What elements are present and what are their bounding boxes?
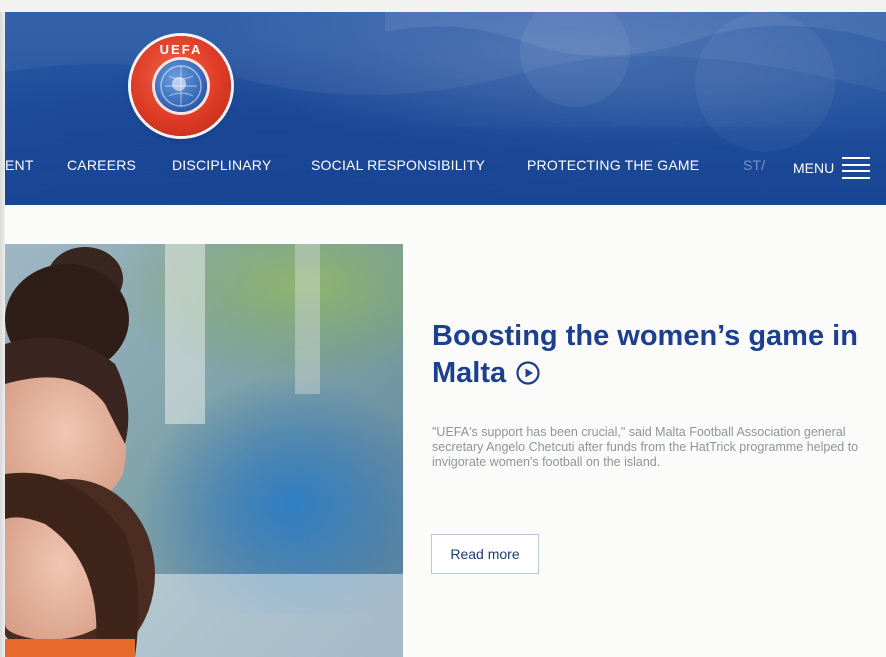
article-summary: "UEFA's support has been crucial," said … (432, 425, 859, 469)
globe-icon (155, 60, 207, 112)
article-title[interactable]: Boosting the women’s game in Malta (432, 318, 882, 392)
menu-button[interactable]: MENU (793, 153, 871, 183)
nav-item-social-responsibility[interactable]: SOCIAL RESPONSIBILITY (311, 157, 485, 173)
read-more-button[interactable]: Read more (431, 534, 539, 574)
nav-item-careers[interactable]: CAREERS (67, 157, 136, 173)
uefa-logo[interactable]: UEFA (131, 36, 231, 136)
hamburger-menu-icon (842, 157, 871, 179)
uefa-webpage: UEFA ENT CAREERS DISCIPLINARY SOCIAL RES… (0, 0, 886, 657)
site-header: UEFA ENT CAREERS DISCIPLINARY SOCIAL RES… (5, 12, 886, 205)
hero-photo (5, 244, 403, 657)
menu-label: MENU (793, 160, 835, 176)
article-title-line2: Malta (432, 357, 507, 389)
nav-item-disciplinary[interactable]: DISCIPLINARY (172, 157, 271, 173)
nav-item-partial-ent[interactable]: ENT (5, 157, 34, 173)
main-nav: ENT CAREERS DISCIPLINARY SOCIAL RESPONSI… (5, 157, 886, 181)
article-hero-image[interactable] (5, 244, 403, 657)
play-circle-icon[interactable] (516, 358, 540, 385)
nav-item-partial-st[interactable]: ST/ (743, 157, 765, 173)
top-strip (0, 0, 886, 12)
article-title-line1: Boosting the women’s game in (432, 320, 858, 352)
uefa-logo-text: UEFA (159, 42, 203, 57)
nav-item-protecting-the-game[interactable]: PROTECTING THE GAME (527, 157, 699, 173)
